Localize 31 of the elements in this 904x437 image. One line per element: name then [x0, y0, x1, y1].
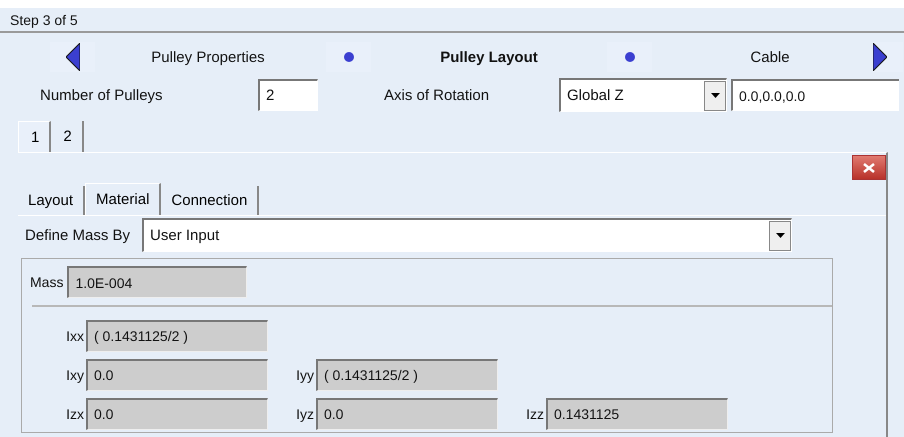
step-dot-icon — [624, 51, 636, 63]
field-label: Ixy — [65, 366, 84, 382]
coordinates-field[interactable]: 0.0,0.0,0.0 — [731, 79, 899, 111]
wizard-step[interactable]: Pulley Properties — [143, 48, 273, 66]
caret-icon — [776, 233, 785, 238]
field-label: Ixx — [65, 328, 84, 344]
mass-method-dropdown[interactable]: User Input — [142, 218, 792, 252]
section-tab[interactable]: Layout — [18, 186, 86, 215]
field-label: Define Mass By — [25, 226, 130, 244]
pulley-tab[interactable]: 2 — [51, 121, 84, 152]
field-label: Izz — [525, 406, 544, 422]
wizard-step[interactable]: Pulley Layout — [424, 48, 554, 66]
field-label: Mass — [30, 274, 64, 290]
wizard-step[interactable]: Cable — [705, 48, 835, 66]
field-label: Izx — [65, 406, 84, 422]
field-label: Axis of Rotation — [384, 86, 490, 104]
left-triangle-icon — [66, 43, 80, 71]
close-icon — [863, 162, 875, 172]
field-label: Number of Pulleys — [40, 86, 164, 104]
field-label: Iyz — [295, 406, 314, 422]
step-dot-icon — [342, 51, 354, 63]
section-tab[interactable]: Connection — [161, 186, 260, 215]
pulley-count-field[interactable]: 2 — [258, 79, 318, 111]
pulley-tab[interactable]: 1 — [18, 121, 52, 152]
section-tab[interactable]: Material — [85, 183, 162, 215]
right-triangle-icon — [873, 43, 887, 71]
axis-dropdown[interactable]: Global Z — [559, 78, 727, 112]
field-label: Iyy — [295, 366, 314, 382]
close-button[interactable] — [852, 155, 886, 180]
step-indicator: Step 3 of 5 — [10, 12, 78, 28]
caret-icon — [710, 93, 720, 98]
